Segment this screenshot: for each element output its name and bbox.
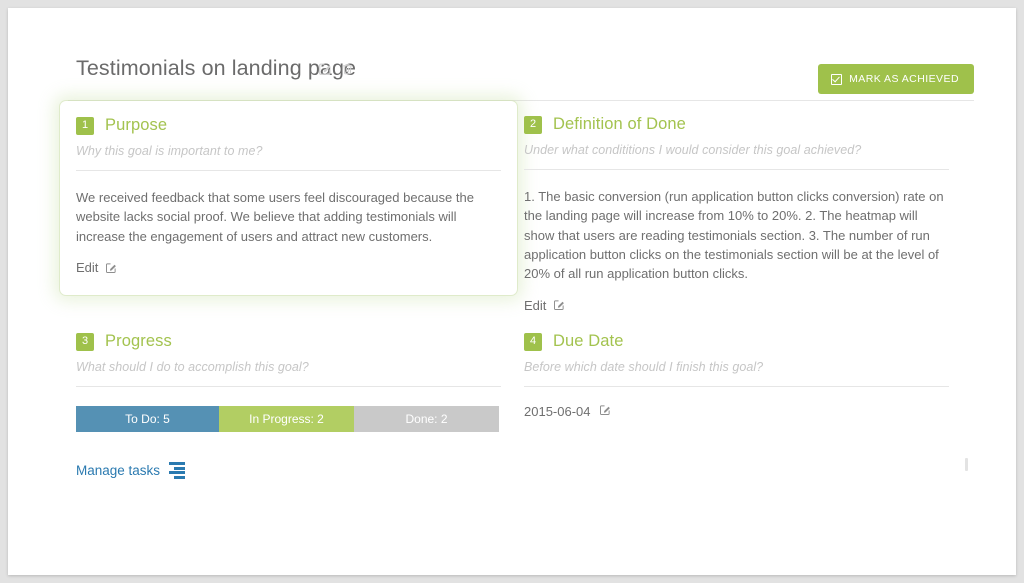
panel-purpose-title: Purpose	[105, 116, 168, 134]
checkbox-checked-icon	[831, 73, 843, 85]
edit-definition-of-done-link[interactable]: Edit	[524, 298, 565, 313]
progress-segment-in-progress-label: In Progress: 2	[249, 412, 324, 426]
progress-segment-in-progress[interactable]: In Progress: 2	[219, 406, 354, 432]
edit-purpose-link[interactable]: Edit	[76, 260, 117, 275]
progress-segment-todo[interactable]: To Do: 5	[76, 406, 219, 432]
panel-definition-of-done-title: Definition of Done	[553, 115, 686, 133]
panel-definition-of-done-body: 1. The basic conversion (run application…	[524, 187, 949, 284]
panel-definition-of-done-subtitle: Under what condititions I would consider…	[524, 143, 862, 157]
panel-due-date: 4 Due Date Before which date should I fi…	[524, 332, 949, 421]
task-progress-bar: To Do: 5 In Progress: 2 Done: 2	[76, 406, 499, 432]
page-frame: Testimonials on landing page MARK AS ACH…	[8, 8, 1016, 575]
mark-as-achieved-button[interactable]: MARK AS ACHIEVED	[818, 64, 974, 94]
due-date-value: 2015-06-04	[524, 404, 591, 419]
panel-number-badge: 2	[524, 115, 542, 134]
panel-number-badge: 3	[76, 332, 94, 351]
panel-progress-title: Progress	[105, 332, 172, 350]
edit-pencil-square-icon[interactable]	[599, 404, 611, 419]
edit-pencil-square-icon	[105, 262, 117, 274]
panel-definition-of-done: 2 Definition of Done Under what conditit…	[524, 115, 949, 315]
goal-header: Testimonials on landing page MARK AS ACH…	[68, 48, 974, 101]
due-date-value-row: 2015-06-04	[524, 404, 611, 419]
edit-purpose-label: Edit	[76, 260, 99, 276]
goal-detail-content: Testimonials on landing page MARK AS ACH…	[60, 48, 974, 479]
panel-progress-subtitle: What should I do to accomplish this goal…	[76, 360, 309, 374]
panel-divider	[76, 386, 501, 387]
progress-segment-todo-label: To Do: 5	[125, 412, 170, 426]
manage-tasks-link[interactable]: Manage tasks	[76, 462, 186, 479]
panel-due-date-subtitle: Before which date should I finish this g…	[524, 360, 764, 374]
definition-of-done-text: 1. The basic conversion (run application…	[524, 189, 944, 282]
panel-divider	[524, 169, 949, 170]
panel-number-badge: 1	[76, 116, 94, 135]
task-list-icon	[169, 462, 186, 479]
mark-as-achieved-label: MARK AS ACHIEVED	[849, 73, 959, 85]
page-title: Testimonials on landing page	[76, 56, 357, 80]
edit-pencil-square-icon[interactable]	[318, 62, 332, 76]
title-icon-group	[318, 62, 354, 76]
panel-divider	[524, 386, 949, 387]
panel-purpose-header: 1 Purpose	[76, 116, 501, 135]
purpose-text: We received feedback that some users fee…	[76, 190, 474, 244]
panel-definition-of-done-header: 2 Definition of Done	[524, 115, 949, 134]
panel-purpose-subtitle: Why this goal is important to me?	[76, 144, 263, 158]
scroll-indicator-artifact	[965, 458, 968, 471]
panel-purpose: 1 Purpose Why this goal is important to …	[60, 101, 517, 296]
trash-icon[interactable]	[341, 62, 354, 76]
panel-due-date-header: 4 Due Date	[524, 332, 949, 351]
edit-definition-of-done-label: Edit	[524, 297, 547, 313]
manage-tasks-label: Manage tasks	[76, 462, 161, 478]
panel-number-badge: 4	[524, 332, 542, 351]
progress-segment-done-label: Done: 2	[405, 412, 448, 426]
panel-purpose-body: We received feedback that some users fee…	[76, 188, 501, 246]
panel-progress-header: 3 Progress	[76, 332, 501, 351]
progress-segment-done[interactable]: Done: 2	[354, 406, 499, 432]
edit-pencil-square-icon	[553, 299, 565, 311]
panel-divider	[76, 170, 501, 171]
panel-progress: 3 Progress What should I do to accomplis…	[76, 332, 501, 480]
panel-due-date-title: Due Date	[553, 332, 624, 350]
